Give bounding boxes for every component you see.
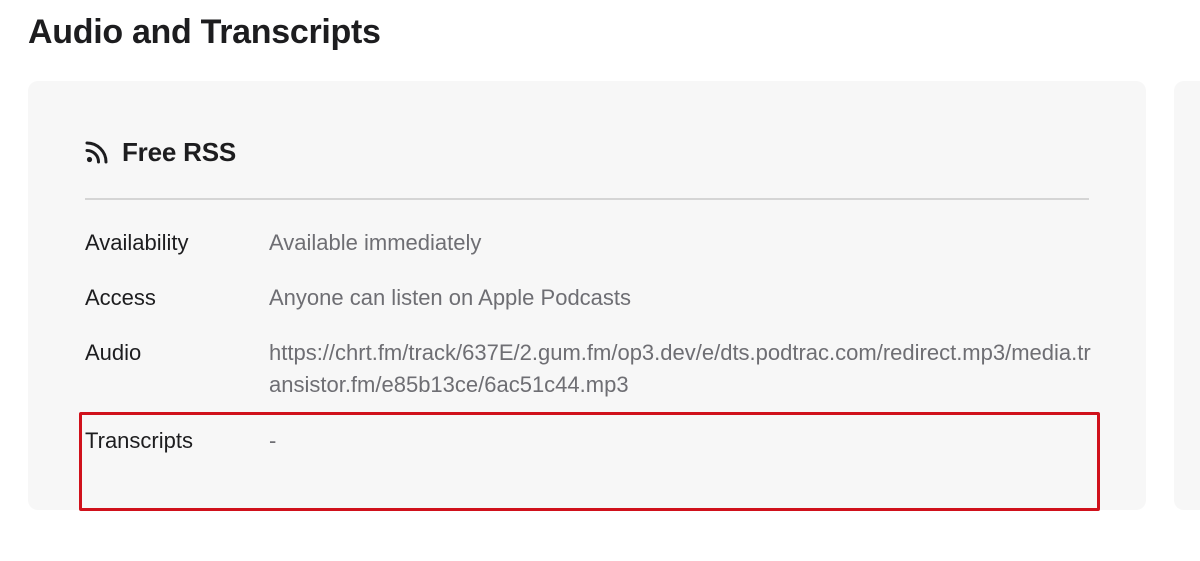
- next-card-edge: [1174, 81, 1200, 510]
- availability-label: Availability: [85, 230, 189, 255]
- divider: [85, 198, 1089, 200]
- page: Audio and Transcripts Free RSS Availabil…: [0, 0, 1200, 561]
- section-title: Audio and Transcripts: [28, 13, 381, 51]
- card-header: Free RSS: [85, 132, 236, 172]
- card-title: Free RSS: [122, 136, 237, 167]
- rss-icon: [85, 140, 109, 164]
- access-row: Access Anyone can listen on Apple Podcas…: [85, 282, 1095, 314]
- access-value: Anyone can listen on Apple Podcasts: [269, 285, 632, 310]
- audio-url[interactable]: https://chrt.fm/track/637E/2.gum.fm/op3.…: [269, 337, 1095, 401]
- audio-label: Audio: [85, 340, 142, 365]
- availability-row: Availability Available immediately: [85, 227, 1095, 259]
- access-label: Access: [85, 285, 156, 310]
- availability-value: Available immediately: [269, 230, 482, 255]
- audio-row: Audio https://chrt.fm/track/637E/2.gum.f…: [85, 337, 1095, 401]
- transcripts-highlight-box: [79, 412, 1100, 511]
